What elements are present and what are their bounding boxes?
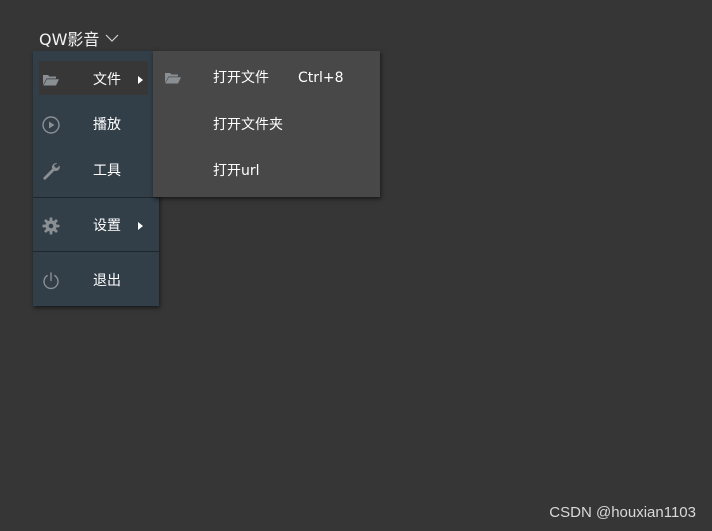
submenu-arrow-icon: [138, 76, 143, 84]
menu-divider: [33, 251, 159, 252]
play-circle-icon: [42, 116, 60, 134]
menu-item-label: 设置: [93, 218, 121, 234]
app-title: QW影音: [39, 30, 100, 49]
menu-item-label: 退出: [93, 273, 121, 289]
menu-item-label: 播放: [93, 117, 121, 133]
menu-item-tools[interactable]: 工具: [33, 148, 159, 194]
wrench-icon: [43, 163, 60, 180]
submenu-item-label: 打开文件夹: [213, 117, 283, 133]
app-title-dropdown[interactable]: QW影音: [39, 26, 119, 50]
gear-icon: [42, 217, 60, 235]
menu-item-label: 工具: [93, 163, 121, 179]
submenu-item-open-folder[interactable]: 打开文件夹: [153, 102, 380, 148]
menu-item-file[interactable]: 文件: [33, 57, 159, 103]
menu-item-exit[interactable]: 退出: [33, 258, 159, 304]
menu-divider: [33, 197, 159, 198]
submenu-item-shortcut: Ctrl+8: [298, 70, 344, 86]
watermark: CSDN @houxian1103: [549, 504, 696, 521]
power-icon: [43, 272, 59, 290]
folder-open-icon: [43, 75, 59, 86]
submenu-item-open-file[interactable]: 打开文件 Ctrl+8: [153, 55, 380, 101]
submenu-arrow-icon: [138, 222, 143, 230]
menu-item-label: 文件: [93, 72, 121, 88]
submenu-item-label: 打开url: [213, 163, 260, 179]
chevron-down-icon: [105, 34, 119, 42]
main-menu: 文件 播放 工具 设置 退出: [33, 51, 159, 306]
menu-item-play[interactable]: 播放: [33, 102, 159, 148]
folder-open-icon: [165, 73, 181, 84]
menu-item-settings[interactable]: 设置: [33, 203, 159, 249]
submenu-item-open-url[interactable]: 打开url: [153, 148, 380, 194]
submenu-item-label: 打开文件: [213, 70, 269, 86]
file-submenu: 打开文件 Ctrl+8 打开文件夹 打开url: [153, 51, 380, 197]
